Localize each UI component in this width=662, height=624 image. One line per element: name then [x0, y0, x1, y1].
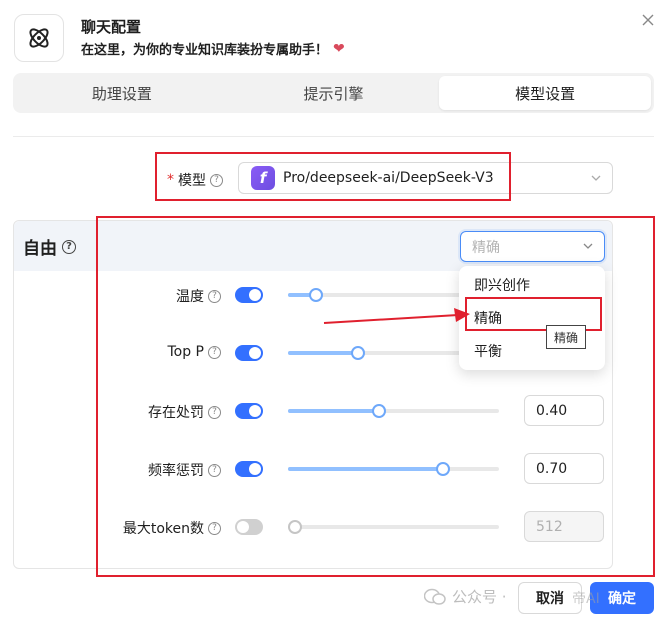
- dialog-title: 聊天配置: [81, 18, 142, 36]
- tab-prompt-engine[interactable]: 提示引擎: [228, 76, 440, 110]
- preset-option-creative[interactable]: 即兴创作: [463, 270, 601, 300]
- tab-assistant-settings[interactable]: 助理设置: [16, 76, 228, 110]
- tab-model-settings[interactable]: 模型设置: [439, 76, 652, 110]
- close-icon: [642, 14, 654, 26]
- chevron-down-icon: [591, 175, 601, 181]
- section-title: 自由 ?: [23, 234, 76, 259]
- help-icon[interactable]: ?: [62, 239, 76, 254]
- assistant-logo: [14, 14, 64, 62]
- divider: [13, 136, 654, 137]
- settings-tabs: 助理设置 提示引擎 模型设置: [13, 73, 654, 113]
- heart-icon: ❤: [333, 40, 345, 57]
- section-title-text: 自由: [23, 239, 57, 259]
- annotation-box-model: [155, 152, 511, 201]
- atom-icon: [29, 28, 49, 48]
- watermark-right: 帝AI: [572, 591, 600, 607]
- watermark-text: 公众号 ·: [452, 588, 507, 606]
- watermark: 公众号 ·: [424, 586, 507, 607]
- dialog-subtitle: 在这里，为你的专业知识库装扮专属助手！ ❤: [81, 39, 345, 59]
- subtitle-text: 在这里，为你的专业知识库装扮专属助手！: [81, 43, 329, 58]
- wechat-icon: [424, 588, 446, 605]
- option-tooltip: 精确: [546, 325, 586, 349]
- close-button[interactable]: [638, 10, 658, 30]
